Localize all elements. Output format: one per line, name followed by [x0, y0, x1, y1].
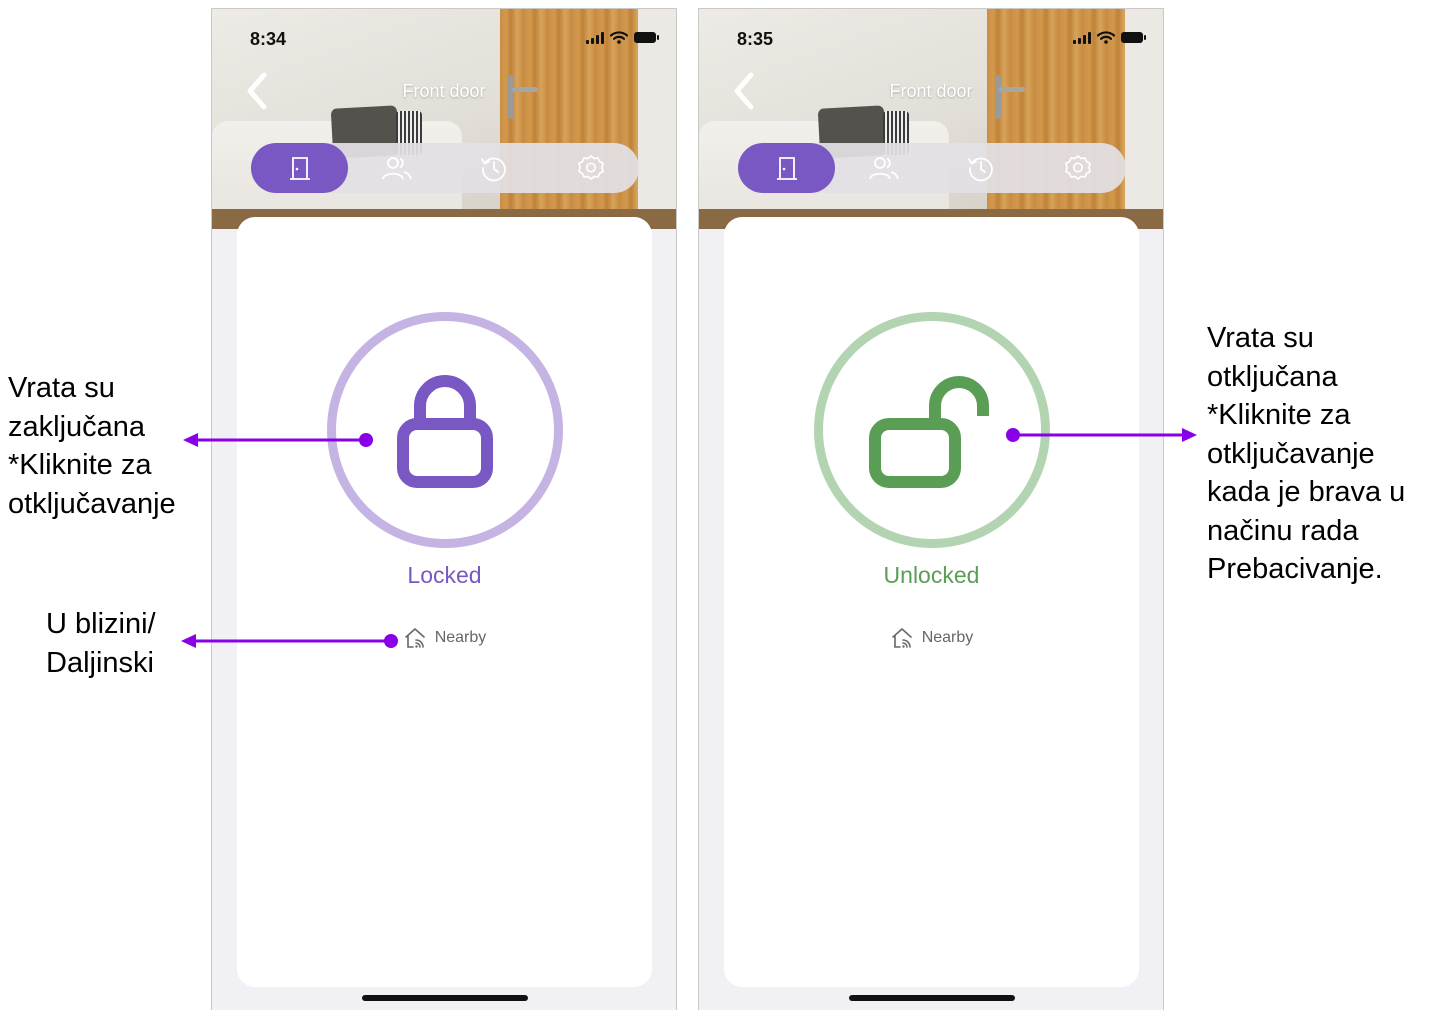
tab-history[interactable] [445, 143, 542, 193]
annotation-line: zaključana [8, 410, 146, 443]
annotation-line: Prebacivanje. [1207, 553, 1383, 585]
annotation-line: Vrata su [8, 372, 115, 404]
phone-screen-unlocked: 8:35 Front door Unlocked Nearby [698, 8, 1164, 1010]
lock-toggle-button[interactable] [814, 312, 1050, 548]
tab-door[interactable] [738, 143, 835, 193]
annotation-line: otključavanje [8, 487, 176, 520]
annotation-line: otključana [1207, 360, 1338, 393]
home-signal-icon [891, 628, 912, 648]
status-icons [1073, 31, 1146, 44]
annotation-locked: Vrata su zaključana *Kliknite za otključ… [8, 369, 176, 523]
lock-control-card: Unlocked Nearby [724, 217, 1139, 987]
status-time: 8:35 [737, 29, 774, 49]
tab-bar [738, 143, 1126, 193]
nearby-label: Nearby [921, 629, 974, 646]
gear-icon [577, 155, 604, 180]
users-icon [868, 157, 899, 180]
gear-icon [1064, 155, 1091, 180]
lock-state-label: Locked [407, 562, 482, 588]
home-indicator [362, 995, 528, 1001]
annotation-line: otključavanje [1207, 437, 1375, 470]
tab-bar [251, 143, 639, 193]
annotation-line: *Kliknite za [1207, 399, 1351, 431]
lock-toggle-button[interactable] [327, 312, 563, 548]
annotation-line: Vrata su [1207, 322, 1314, 354]
tab-door[interactable] [251, 143, 348, 193]
phone-screen-locked: 8:34 Front door Locked Nearby [211, 8, 677, 1010]
annotation-line: U blizini/ [46, 608, 156, 640]
history-icon [967, 157, 993, 182]
padlock-open-icon [869, 376, 989, 488]
annotation-line: kada je brava u [1207, 476, 1406, 508]
users-icon [381, 157, 412, 180]
door-icon [289, 157, 310, 180]
tab-users[interactable] [835, 143, 932, 193]
tab-settings[interactable] [542, 143, 639, 193]
tab-history[interactable] [932, 143, 1029, 193]
page-title: Front door [889, 81, 973, 101]
battery-icon [634, 32, 659, 43]
battery-icon [1121, 32, 1146, 43]
connection-mode: Nearby [237, 627, 652, 649]
status-time: 8:34 [250, 29, 287, 49]
tab-users[interactable] [348, 143, 445, 193]
annotation-line: načinu rada [1207, 514, 1359, 547]
cellular-signal-icon [586, 31, 604, 44]
lock-state-label: Unlocked [883, 562, 980, 588]
wifi-icon [1097, 31, 1115, 44]
lock-control-card: Locked Nearby [237, 217, 652, 987]
wifi-icon [610, 31, 628, 44]
connection-mode: Nearby [724, 627, 1139, 649]
history-icon [480, 157, 506, 182]
annotation-line: *Kliknite za [8, 449, 152, 481]
annotation-nearby: U blizini/ Daljinski [46, 605, 156, 682]
annotation-line: Daljinski [46, 646, 154, 679]
status-icons [586, 31, 659, 44]
home-signal-icon [404, 628, 425, 648]
cellular-signal-icon [1073, 31, 1091, 44]
padlock-closed-icon [397, 375, 493, 488]
home-indicator [849, 995, 1015, 1001]
tab-settings[interactable] [1029, 143, 1126, 193]
page-title: Front door [402, 81, 486, 101]
nearby-label: Nearby [434, 629, 487, 646]
door-icon [776, 157, 797, 180]
annotation-unlocked: Vrata su otključana *Kliknite za otključ… [1207, 319, 1405, 589]
